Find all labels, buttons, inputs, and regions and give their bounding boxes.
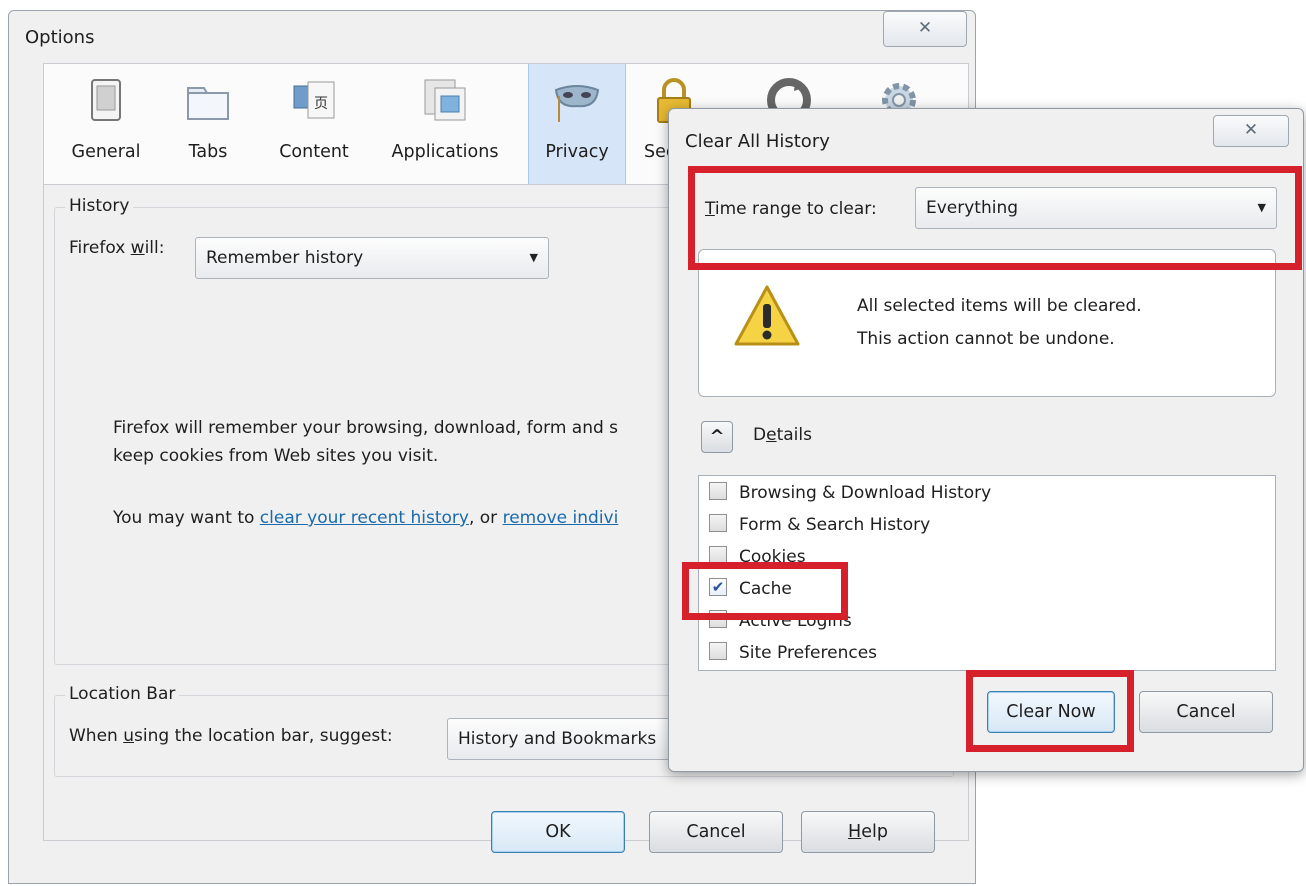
ok-button[interactable]: OK [491,811,625,853]
tab-general[interactable]: General [58,64,154,184]
checkbox[interactable] [709,514,727,532]
checkbox[interactable] [709,482,727,500]
tab-content-label: Content [279,142,349,162]
clear-items-list: Browsing & Download History Form & Searc… [698,475,1276,671]
warning-message: All selected items will be cleared. This… [857,296,1142,349]
tab-privacy[interactable]: Privacy [528,64,626,184]
item-active-logins[interactable]: Active Logins [709,606,852,636]
history-links-line: You may want to clear your recent histor… [113,508,619,528]
clear-recent-history-link[interactable]: clear your recent history [260,508,469,528]
tab-privacy-label: Privacy [545,142,609,162]
details-toggle-button[interactable]: ^ [701,421,733,453]
history-description: Firefox will remember your browsing, dow… [113,418,619,466]
location-bar-suggest-label: When using the location bar, suggest: [69,726,393,746]
clear-now-button[interactable]: Clear Now [987,691,1115,733]
tab-general-label: General [71,142,141,162]
warning-icon [734,285,800,346]
tab-tabs[interactable]: Tabs [170,64,246,184]
remove-individual-cookies-link[interactable]: remove indivi [503,508,619,528]
history-mode-select[interactable]: Remember history ▼ [195,237,549,279]
item-site-preferences[interactable]: Site Preferences [709,638,877,668]
content-icon: 页 [293,81,335,119]
item-cookies[interactable]: Cookies [709,542,806,572]
svg-text:页: 页 [314,96,328,112]
close-icon: ✕ [1243,120,1259,140]
dropdown-arrow-icon: ▼ [1257,201,1266,214]
help-button[interactable]: Help [801,811,935,853]
tab-applications[interactable]: Applications [374,64,516,184]
checkbox[interactable] [709,610,727,628]
history-legend: History [65,196,134,216]
checkbox[interactable] [709,642,727,660]
clear-history-close-button[interactable]: ✕ [1213,115,1289,147]
item-form-search-history[interactable]: Form & Search History [709,510,930,540]
dropdown-arrow-icon: ▼ [529,251,538,264]
checkbox-checked[interactable]: ✔ [709,578,727,596]
checkbox[interactable] [709,546,727,564]
tab-content[interactable]: 页 Content [266,64,362,184]
general-icon [91,79,121,121]
options-window-title: Options [25,27,95,48]
close-icon: ✕ [917,18,933,38]
tab-tabs-label: Tabs [188,142,228,162]
warning-panel: All selected items will be cleared. This… [698,249,1276,397]
clear-history-dialog: Clear All History ✕ Time range to clear:… [668,108,1304,772]
options-close-button[interactable]: ✕ [883,11,967,47]
firefox-will-label: Firefox will: [69,238,165,258]
item-cache[interactable]: ✔ Cache [709,574,792,604]
tab-applications-label: Applications [391,142,499,162]
item-browsing-download-history[interactable]: Browsing & Download History [709,478,991,508]
applications-icon [424,79,466,121]
clear-history-title: Clear All History [685,131,830,152]
privacy-mask-icon [554,85,600,122]
cancel-button[interactable]: Cancel [649,811,783,853]
details-label: Details [753,425,812,445]
tabs-icon [187,87,229,120]
clear-history-cancel-button[interactable]: Cancel [1139,691,1273,733]
chevron-up-icon: ^ [709,426,725,447]
time-range-select[interactable]: Everything ▼ [915,187,1277,229]
location-bar-legend: Location Bar [65,684,180,704]
time-range-label: Time range to clear: [705,199,877,219]
